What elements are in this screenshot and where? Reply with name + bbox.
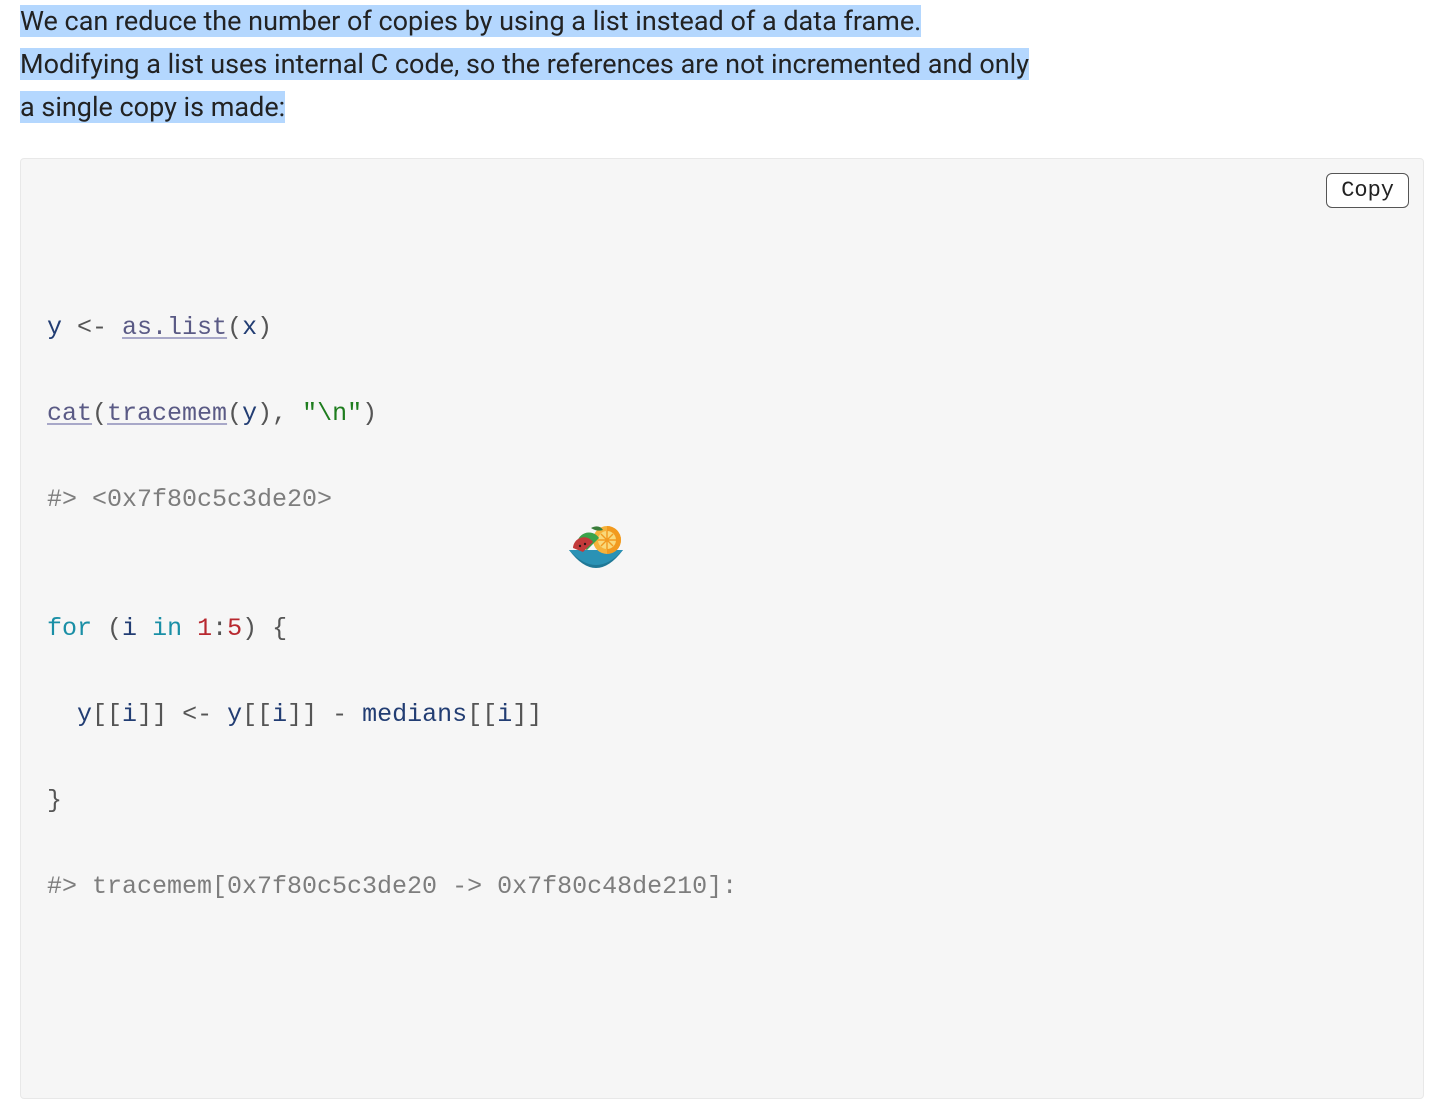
copy-button[interactable]: Copy	[1326, 173, 1409, 208]
code-line-6: y[[i]] <- y[[i]] - medians[[i]]	[47, 693, 1397, 736]
highlight-span: We can reduce the number of copies by us…	[20, 5, 1029, 123]
code-line-8: #> tracemem[0x7f80c5c3de20 -> 0x7f80c48d…	[47, 865, 1397, 908]
explanation-paragraph: We can reduce the number of copies by us…	[20, 0, 1424, 130]
code-line-5: for (i in 1:5) {	[47, 607, 1397, 650]
code-line-2: cat(tracemem(y), "\n")	[47, 392, 1397, 435]
code-line-7: }	[47, 779, 1397, 822]
code-block: Copy y <- as.list(x) cat(tracemem(y), "\…	[20, 158, 1424, 1099]
code-line-1: y <- as.list(x)	[47, 306, 1397, 349]
code-line-3: #> <0x7f80c5c3de20>	[47, 478, 1397, 521]
